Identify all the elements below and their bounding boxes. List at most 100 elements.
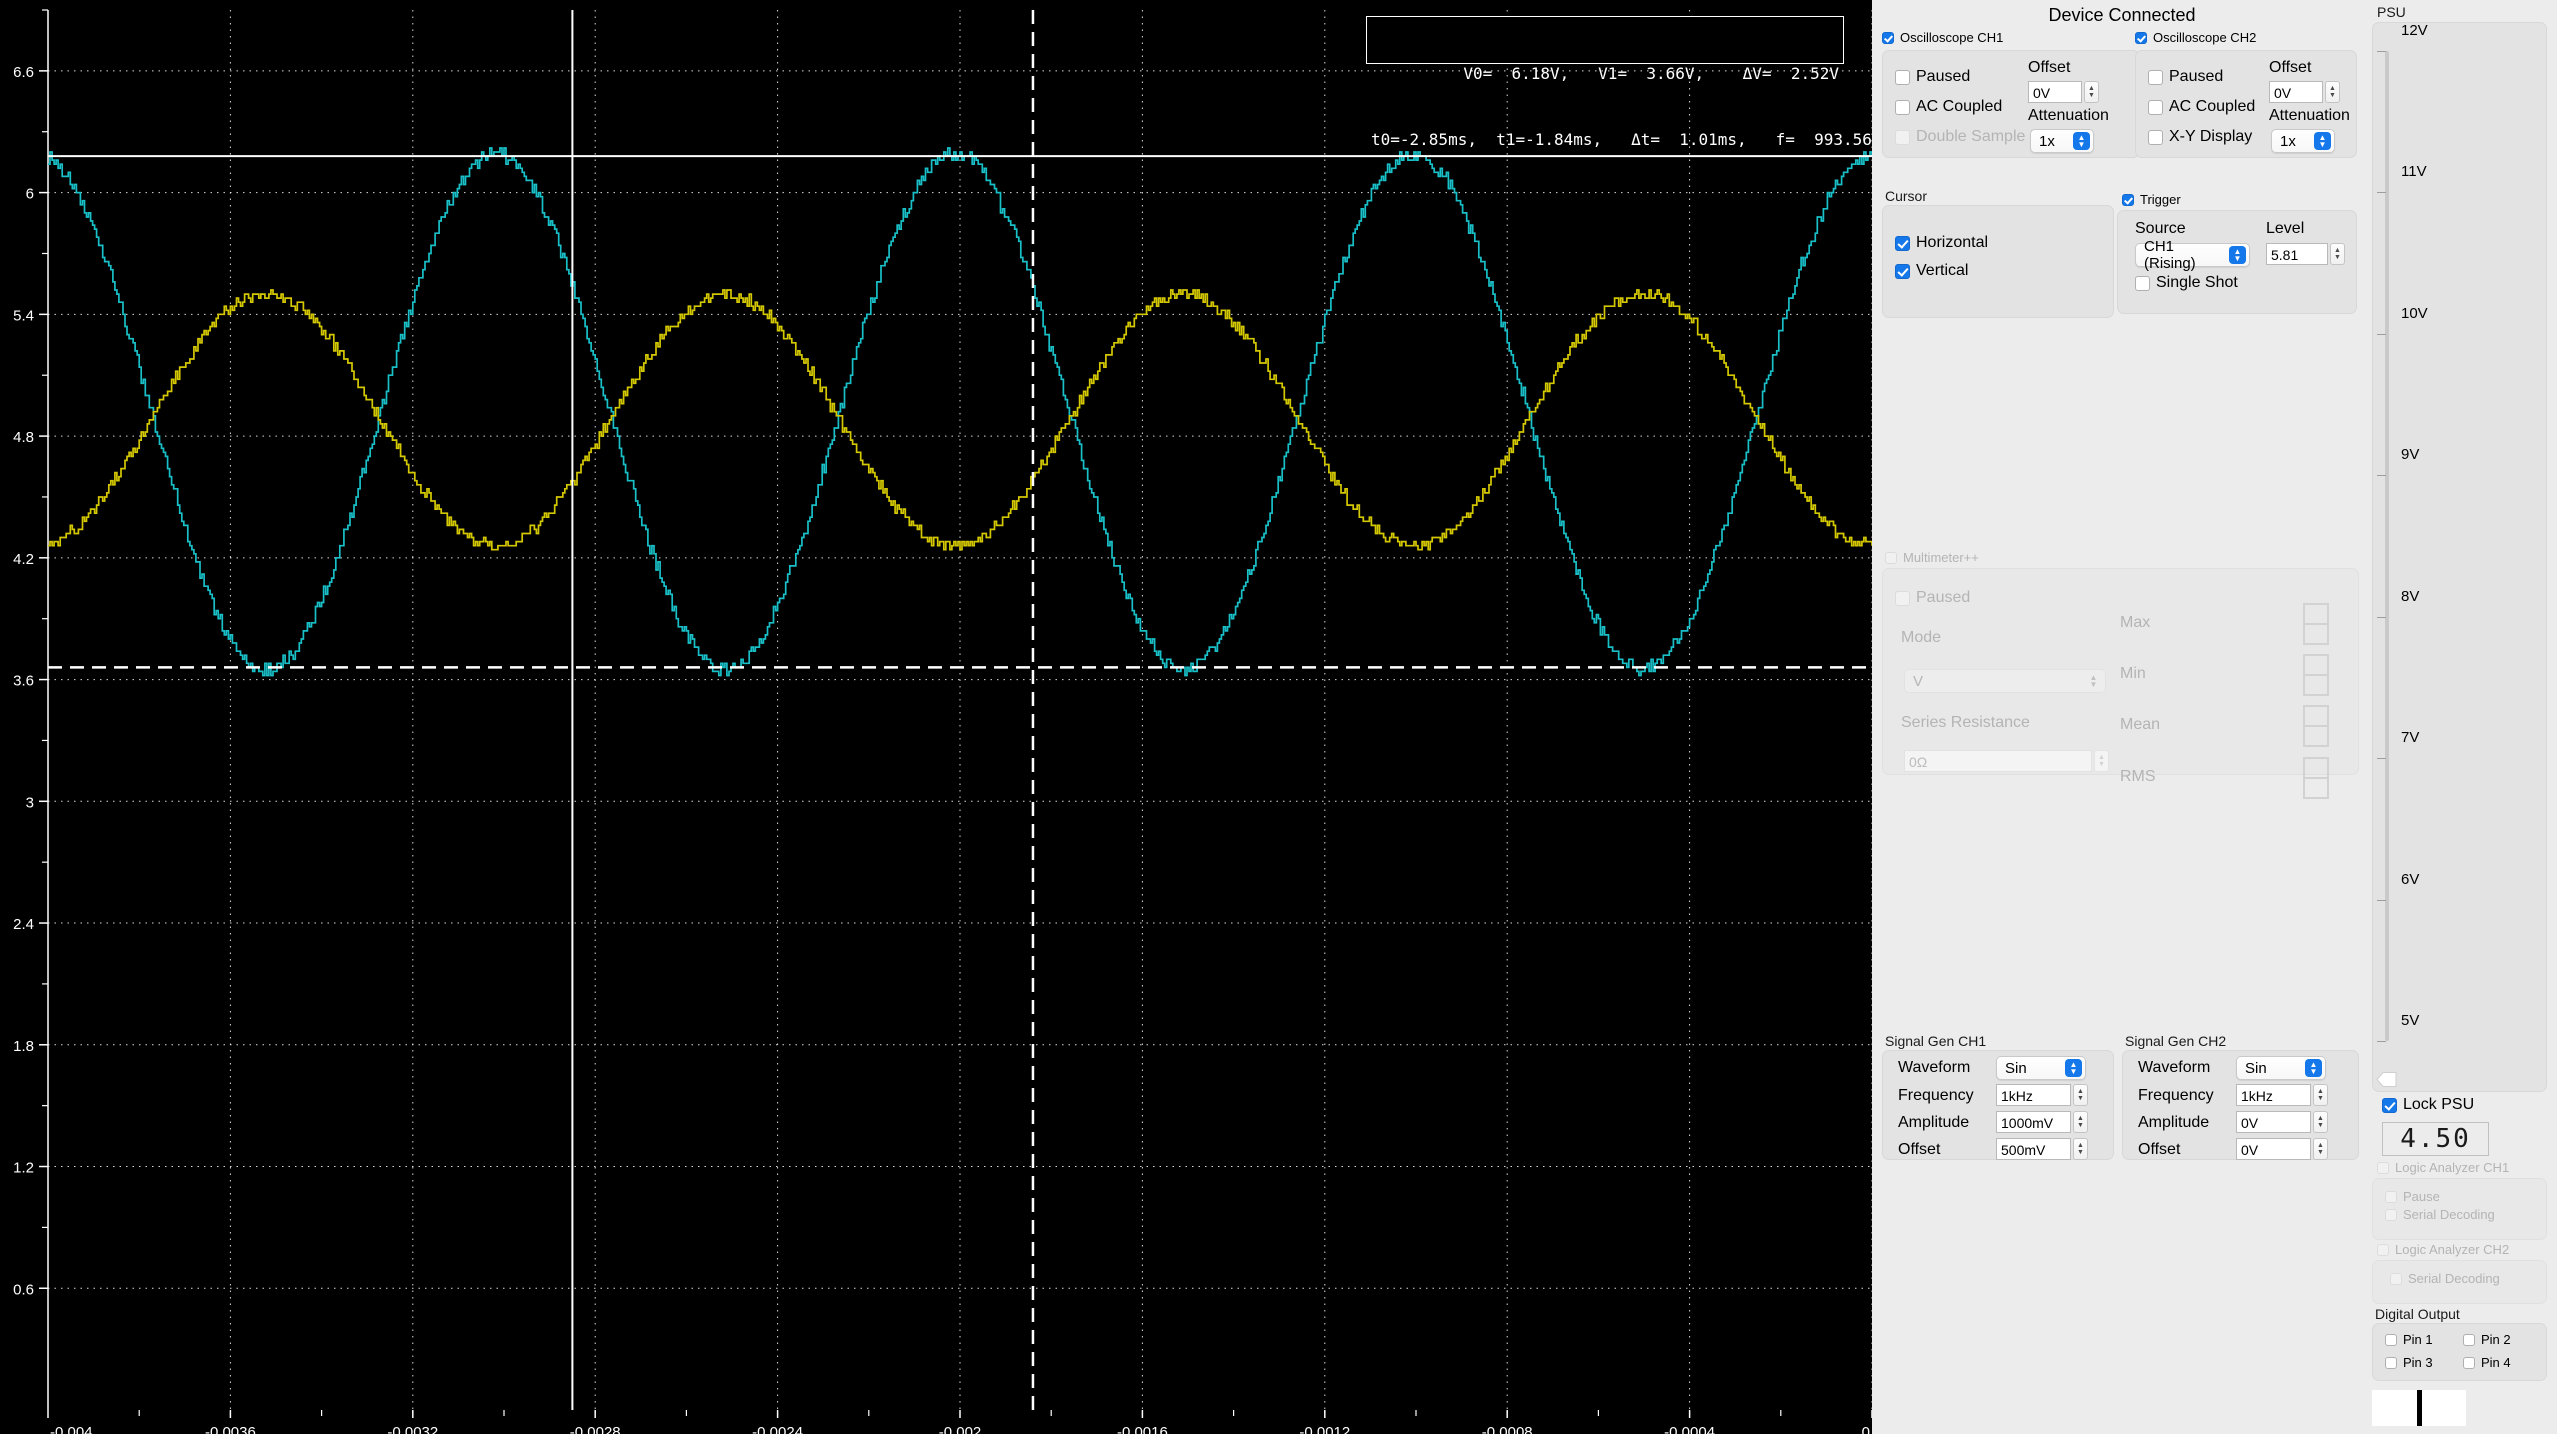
waveform-canvas[interactable]: 0.6 1.2 1.8 2.4 3 3.6 4.2 4.8 5.4 6 6.6 -0.004 -0.00… (0, 0, 1872, 1434)
x-tick-label: -0.002 (939, 1424, 982, 1434)
scope-ch2-offset-stepper[interactable]: ▲ ▼ (2325, 81, 2340, 103)
digital-output-pin-2-checkbox[interactable]: Pin 2 (2463, 1332, 2511, 1347)
siggen-ch2-offset-stepper[interactable]: ▲ ▼ (2313, 1138, 2328, 1160)
psu-tick-label: 7V (2401, 729, 2420, 747)
checkbox-box (2390, 1272, 2402, 1285)
multimeter-min-label: Min (2120, 665, 2146, 682)
cursor-horizontal-checkbox[interactable]: Horizontal (1895, 234, 1988, 252)
siggen-ch2-frequency-input[interactable]: 1kHz (2236, 1084, 2311, 1106)
siggen-ch1-offset-stepper[interactable]: ▲ ▼ (2073, 1138, 2088, 1160)
checkbox-box (2377, 1161, 2389, 1174)
oscilloscope-plot[interactable]: 0.6 1.2 1.8 2.4 3 3.6 4.2 4.8 5.4 6 6.6 -0.004 -0.00… (0, 0, 1892, 1434)
scope-ch1-ac-coupled-checkbox[interactable]: AC Coupled (1895, 98, 2002, 116)
checkbox-box (2135, 275, 2150, 291)
checkbox-box (1895, 590, 1910, 606)
scope-ch2-paused-checkbox[interactable]: Paused (2148, 68, 2223, 86)
y-tick-label: 4.8 (13, 429, 34, 446)
x-tick-label: -0.0032 (387, 1424, 438, 1434)
psu-tick-mark (2377, 51, 2386, 52)
psu-tick-mark (2377, 333, 2386, 335)
cursor-vertical-checkbox[interactable]: Vertical (1895, 262, 1968, 280)
cursor-panel-title: Cursor (1885, 188, 1928, 204)
x-tick-label: -0.0024 (752, 1424, 803, 1434)
siggen-ch2-amplitude-input[interactable]: 0V (2236, 1111, 2311, 1133)
scope-ch1-attenuation-select[interactable]: 1x ▲ ▼ (2030, 129, 2094, 153)
siggen-ch2-frequency-stepper[interactable]: ▲ ▼ (2313, 1084, 2328, 1106)
psu-slider-thumb[interactable] (2376, 1071, 2398, 1088)
trigger-enable-checkbox[interactable]: Trigger (2122, 192, 2181, 207)
chevron-updown-icon: ▲ ▼ (2089, 673, 2098, 689)
logic-ch1-group: Pause Serial Decoding (2372, 1178, 2547, 1240)
x-tick-label: -0.0004 (1664, 1424, 1715, 1434)
siggen-ch2-waveform-select[interactable]: Sin ▲ ▼ (2236, 1056, 2326, 1080)
y-tick-label: 1.8 (13, 1038, 34, 1055)
scope-ch2-attenuation-select[interactable]: 1x ▲ ▼ (2271, 129, 2335, 153)
trigger-source-value: CH1 (Rising) (2144, 238, 2196, 272)
logic-ch1-pause-label: Pause (2403, 1189, 2440, 1204)
y-tick-label: 4.2 (13, 551, 34, 568)
multimeter-min-display (2303, 654, 2329, 696)
siggen-ch1-frequency-stepper[interactable]: ▲ ▼ (2073, 1084, 2088, 1106)
scope-ch2-offset-input[interactable]: 0V (2269, 81, 2323, 103)
trigger-source-select[interactable]: CH1 (Rising) ▲ ▼ (2135, 238, 2250, 272)
scope-ch2-ac-coupled-checkbox[interactable]: AC Coupled (2148, 98, 2255, 116)
multimeter-mean-label: Mean (2120, 716, 2161, 733)
siggen-ch1-amplitude-label: Amplitude (1898, 1114, 1970, 1131)
checkbox-box (1895, 235, 1910, 251)
siggen-ch2-amplitude-stepper[interactable]: ▲ ▼ (2313, 1111, 2328, 1133)
siggen-ch2-offset-input[interactable]: 0V (2236, 1138, 2311, 1160)
checkbox-box (2385, 1208, 2397, 1221)
scope-ch2-xy-display-checkbox[interactable]: X-Y Display (2148, 128, 2252, 146)
scope-ch2-title: Oscilloscope CH2 (2153, 30, 2257, 45)
scope-ch2-xy-display-label: X-Y Display (2169, 128, 2253, 145)
multimeter-mean-display (2303, 705, 2329, 747)
checkbox-box (1882, 31, 1894, 44)
scope-ch1-offset-stepper[interactable]: ▲ ▼ (2084, 81, 2099, 103)
scope-ch1-paused-checkbox[interactable]: Paused (1895, 68, 1970, 86)
siggen-ch1-waveform-value: Sin (2005, 1059, 2027, 1077)
psu-tick-label: 12V (2401, 22, 2428, 39)
psu-voltage-display: 4.50 (2382, 1122, 2489, 1156)
x-tick-label: -0.0008 (1482, 1424, 1533, 1434)
siggen-ch1-frequency-input[interactable]: 1kHz (1996, 1084, 2071, 1106)
psu-group: 12V 11V 10V 9V 8V 7V 6V 5V Lock PSU 4.50 (2372, 22, 2547, 1156)
psu-voltage-slider[interactable] (2385, 51, 2389, 1041)
trigger-level-input[interactable]: 5.81 (2266, 243, 2328, 265)
cursor-readout-time: t0=-2.85ms, t1=-1.84ms, Δt= 1.01ms, f= 9… (1371, 130, 1892, 149)
multimeter-mode-value: V (1913, 672, 1924, 690)
psu-tick-mark (2377, 758, 2386, 760)
multimeter-paused-label: Paused (1916, 589, 1971, 606)
digital-output-pin-4-label: Pin 4 (2481, 1355, 2511, 1370)
plot-background (0, 0, 1872, 1434)
psu-lock-checkbox[interactable]: Lock PSU (2382, 1096, 2474, 1114)
siggen-ch2-amplitude-label: Amplitude (2138, 1114, 2210, 1131)
scope-ch1-offset-input[interactable]: 0V (2028, 81, 2082, 103)
multimeter-paused-checkbox: Paused (1895, 589, 1970, 607)
checkbox-box (2377, 1243, 2389, 1256)
siggen-ch1-amplitude-input[interactable]: 1000mV (1996, 1111, 2071, 1133)
scope-ch1-attenuation-value: 1x (2039, 132, 2055, 150)
digital-output-pin-4-checkbox[interactable]: Pin 4 (2463, 1355, 2511, 1370)
scope-ch2-group: Paused AC Coupled X-Y Display Offset 0V … (2135, 50, 2357, 158)
scope-ch1-offset-label: Offset (2028, 59, 2071, 76)
siggen-ch1-offset-input[interactable]: 500mV (1996, 1138, 2071, 1160)
siggen-ch1-amplitude-stepper[interactable]: ▲ ▼ (2073, 1111, 2088, 1133)
trigger-level-stepper[interactable]: ▲ ▼ (2330, 243, 2345, 265)
multimeter-mode-select: V ▲ ▼ (1904, 669, 2106, 693)
multimeter-group: Paused Mode V ▲ ▼ Series Resistance 0Ω ▲ ▼… (1882, 568, 2359, 799)
trigger-group: Source CH1 (Rising) ▲ ▼ Single Shot Level… (2117, 210, 2357, 314)
digital-output-group: Pin 1 Pin 2 Pin 3 Pin 4 (2372, 1323, 2547, 1381)
scope-ch2-enable-checkbox[interactable]: Oscilloscope CH2 (2135, 30, 2256, 45)
control-panel: Device Connected Oscilloscope CH1 Paused… (1872, 0, 2372, 1434)
scope-ch1-enable-checkbox[interactable]: Oscilloscope CH1 (1882, 30, 2003, 45)
digital-output-pin-1-checkbox[interactable]: Pin 1 (2385, 1332, 2433, 1347)
chevron-updown-icon: ▲ ▼ (2073, 132, 2090, 150)
checkbox-box (2122, 193, 2134, 206)
logic-ch2-serial-decoding-label: Serial Decoding (2408, 1271, 2500, 1286)
digital-output-pin-3-checkbox[interactable]: Pin 3 (2385, 1355, 2433, 1370)
siggen-ch1-waveform-select[interactable]: Sin ▲ ▼ (1996, 1056, 2086, 1080)
trigger-single-shot-checkbox[interactable]: Single Shot (2135, 274, 2238, 292)
digital-output-pin-2-label: Pin 2 (2481, 1332, 2511, 1347)
logic-ch1-serial-decoding-checkbox: Serial Decoding (2385, 1207, 2495, 1222)
x-tick-label: 0 (1862, 1424, 1870, 1434)
